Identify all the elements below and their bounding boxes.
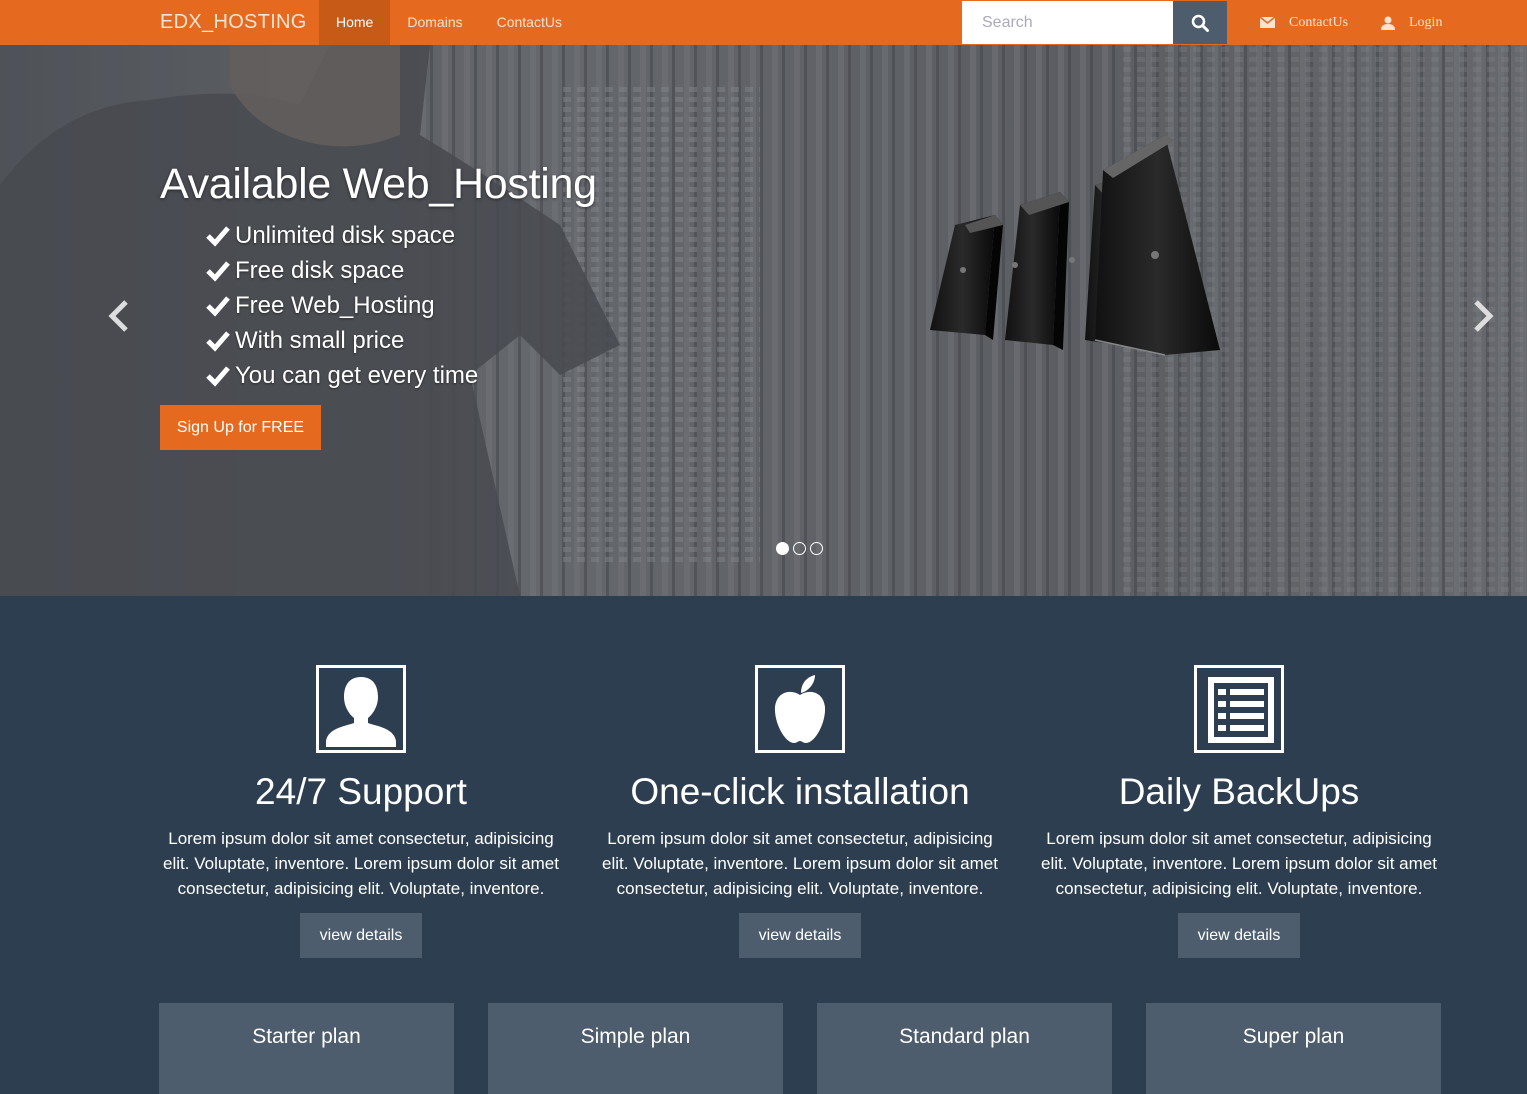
check-icon: [205, 225, 231, 247]
plan-name: Standard plan: [899, 1025, 1030, 1048]
chevron-left-icon: [108, 300, 128, 332]
plan-name: Super plan: [1242, 1025, 1345, 1048]
check-icon: [205, 260, 231, 282]
envelope-icon: [1260, 17, 1275, 28]
feature-label: You can get every time: [235, 362, 479, 389]
plan-card-simple[interactable]: Simple plan: [488, 1003, 783, 1094]
feature-label: Free disk space: [235, 257, 405, 284]
plan-card-standard[interactable]: Standard plan: [817, 1003, 1112, 1094]
carousel-indicators: [776, 542, 823, 555]
nav-contactus[interactable]: ContactUs: [480, 0, 579, 45]
apple-icon: [755, 665, 845, 753]
chevron-right-icon: [1474, 300, 1494, 332]
brand-logo[interactable]: EDX_HOSTING: [160, 0, 307, 45]
list-icon: [1194, 665, 1284, 753]
nav-home[interactable]: Home: [319, 0, 391, 45]
plan-name: Starter plan: [252, 1025, 361, 1048]
search-button[interactable]: [1173, 1, 1227, 44]
view-details-button[interactable]: view details: [1178, 913, 1300, 958]
login-link[interactable]: Login: [1381, 0, 1442, 45]
service-title: Daily BackUps: [1118, 771, 1360, 812]
login-link-label: Login: [1409, 14, 1443, 30]
carousel-next-button[interactable]: [1468, 297, 1498, 335]
plan-card-starter[interactable]: Starter plan: [159, 1003, 454, 1094]
services-section: 24/7 Support Lorem ipsum dolor sit amet …: [0, 596, 1527, 1094]
feature-label: Unlimited disk space: [235, 222, 456, 249]
user-icon: [1381, 16, 1395, 30]
carousel-indicator-3[interactable]: [810, 542, 823, 555]
feature-label: With small price: [235, 327, 405, 354]
feature-item: You can get every time: [205, 358, 478, 393]
user-icon: [316, 665, 406, 753]
hero-feature-list: Unlimited disk space Free disk space Fre…: [205, 218, 478, 393]
service-description: Lorem ipsum dolor sit amet consectetur, …: [1041, 829, 1437, 898]
feature-item: Free disk space: [205, 253, 478, 288]
feature-item: Free Web_Hosting: [205, 288, 478, 323]
search-icon: [1191, 14, 1209, 32]
signup-button[interactable]: Sign Up for FREE: [160, 405, 321, 450]
contact-link-label: ContactUs: [1289, 14, 1349, 30]
search-input[interactable]: [962, 1, 1173, 44]
check-icon: [205, 295, 231, 317]
service-description: Lorem ipsum dolor sit amet consectetur, …: [602, 829, 998, 898]
feature-item: Unlimited disk space: [205, 218, 478, 253]
hero-title: Available Web_Hosting: [160, 160, 597, 208]
view-details-button[interactable]: view details: [739, 913, 861, 958]
server-rack-image: [930, 135, 1220, 356]
nav-domains[interactable]: Domains: [390, 0, 479, 45]
plan-card-super[interactable]: Super plan: [1146, 1003, 1441, 1094]
carousel-indicator-1[interactable]: [776, 542, 789, 555]
feature-label: Free Web_Hosting: [235, 292, 435, 319]
service-title: 24/7 Support: [255, 771, 467, 812]
main-nav: Home Domains ContactUs: [319, 0, 579, 45]
carousel-prev-button[interactable]: [104, 297, 134, 335]
check-icon: [205, 365, 231, 387]
view-details-button[interactable]: view details: [300, 913, 422, 958]
service-description: Lorem ipsum dolor sit amet consectetur, …: [163, 829, 559, 898]
feature-item: With small price: [205, 323, 478, 358]
carousel-indicator-2[interactable]: [793, 542, 806, 555]
plan-name: Simple plan: [580, 1025, 691, 1048]
contact-link[interactable]: ContactUs: [1260, 0, 1348, 45]
check-icon: [205, 330, 231, 352]
top-navbar: EDX_HOSTING Home Domains ContactUs Conta…: [0, 0, 1527, 45]
hero-carousel: Available Web_Hosting Unlimited disk spa…: [0, 45, 1527, 596]
service-title: One-click installation: [630, 771, 970, 812]
